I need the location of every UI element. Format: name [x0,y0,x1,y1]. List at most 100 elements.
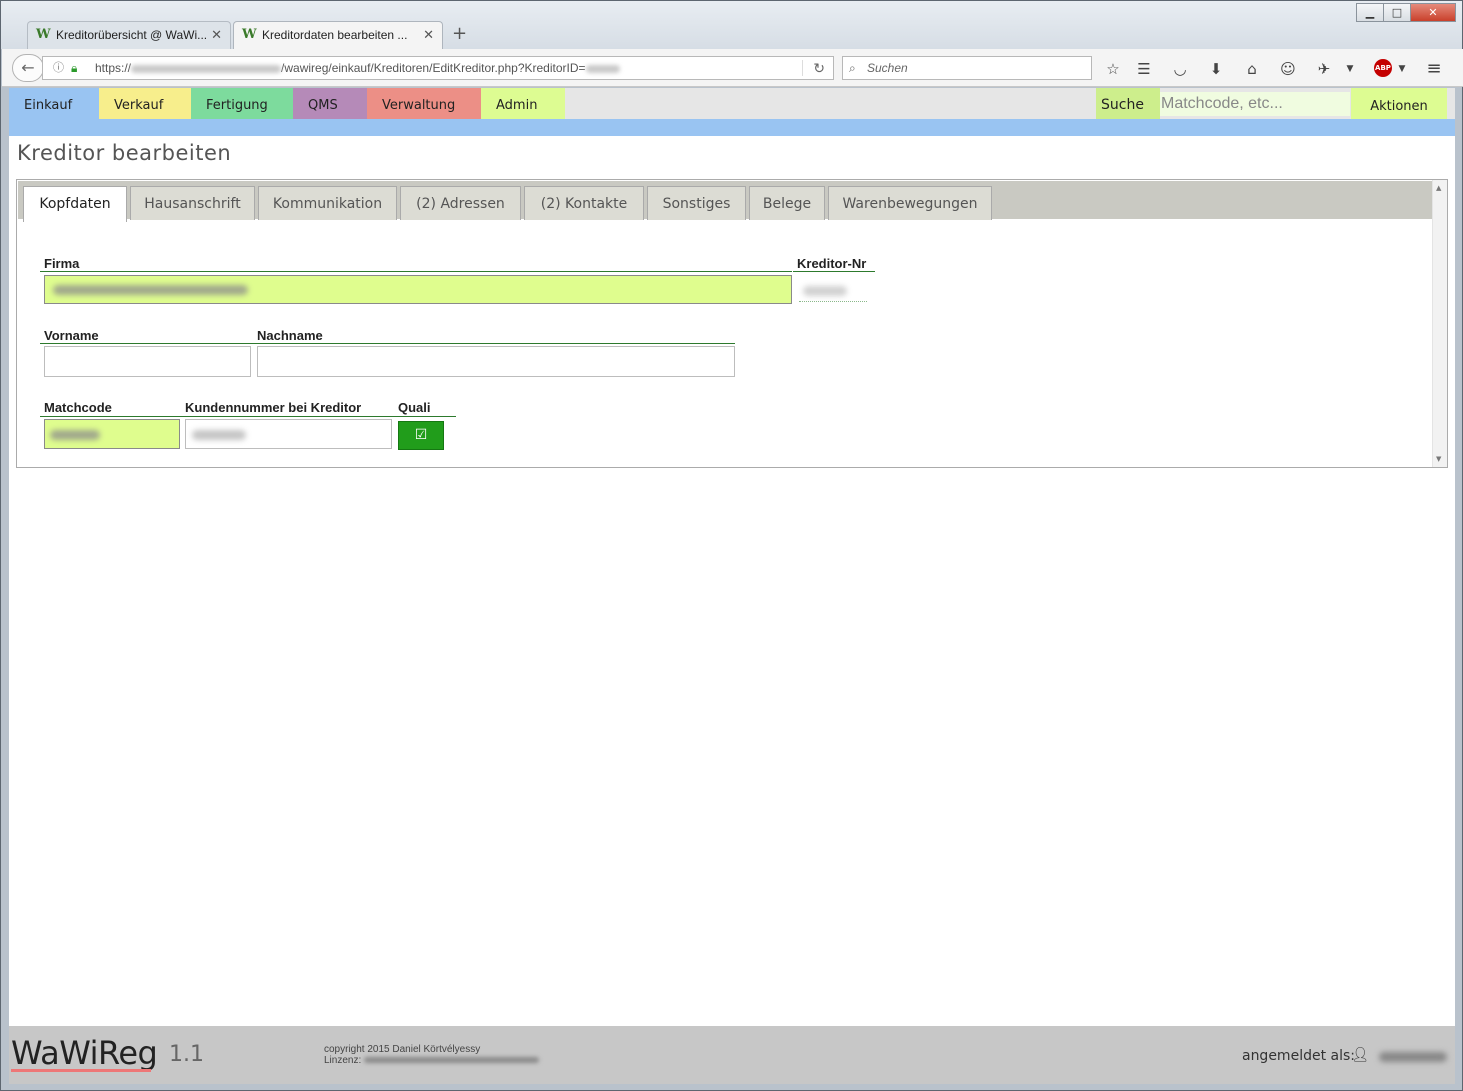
minimize-button[interactable]: ▁ [1356,3,1384,22]
matchcode-underline [40,416,456,417]
kreditor-nr-underline [793,271,875,272]
menu-admin[interactable]: Admin [481,88,565,119]
quali-label: Quali [398,400,431,415]
close-window-button[interactable]: ✕ [1410,3,1456,22]
license-line: Linzenz: [324,1055,540,1066]
tab-kommunikation[interactable]: Kommunikation [258,186,397,220]
menu-verkauf[interactable]: Verkauf [99,88,191,119]
vorname-input[interactable] [44,346,251,377]
logged-in-label: angemeldet als: [1241,1048,1355,1064]
reload-icon[interactable]: ↻ [813,57,825,79]
aktionen-button[interactable]: Aktionen [1351,88,1447,119]
tab-title: Kreditorübersicht @ WaWi... [56,28,208,42]
redacted-host [131,64,282,73]
wawireg-favicon-icon: W [36,27,51,42]
copyright-text: copyright 2015 Daniel Körtvélyessy Linze… [324,1044,540,1066]
chevron-down-icon[interactable]: ▼ [1392,59,1412,79]
hamburger-menu-icon[interactable]: ≡ [1424,59,1444,79]
name-underline [40,343,735,344]
vertical-scrollbar[interactable]: ▲ ▼ [1432,180,1447,467]
reading-list-icon[interactable]: ☰ [1134,59,1154,79]
redacted-username [1379,1052,1447,1062]
license-label: Linzenz: [324,1055,362,1066]
tab-hausanschrift[interactable]: Hausanschrift [130,186,255,220]
tab-close-icon[interactable]: ✕ [423,22,434,48]
page-viewport: Einkauf Verkauf Fertigung QMS Verwaltung… [9,88,1455,1026]
tab-warenbewegungen[interactable]: Warenbewegungen [828,186,992,220]
firma-label: Firma [44,256,80,271]
tab-close-icon[interactable]: ✕ [211,22,222,48]
window-controls: ▁ □ ✕ [1356,3,1456,22]
redacted-kreditor-nr [803,286,847,296]
menu-qms[interactable]: QMS [293,88,367,119]
tab-kopfdaten[interactable]: Kopfdaten [23,186,127,222]
tab-strip: Kopfdaten Hausanschrift Kommunikation (2… [18,181,1432,222]
logo-underline [11,1069,151,1072]
check-square-icon: ☑ [414,427,428,443]
browser-search-input[interactable]: ⌕ Suchen [842,56,1092,80]
version-label: 1.1 [169,1042,204,1067]
info-icon[interactable]: ⓘ [53,57,64,79]
extension-icon[interactable]: ✈ [1314,59,1334,79]
chat-icon[interactable]: ☺ [1278,59,1298,79]
tab-kontakte[interactable]: (2) Kontakte [524,186,644,220]
tab-belege[interactable]: Belege [749,186,825,220]
pocket-icon[interactable]: ◡ [1170,59,1190,79]
search-icon: ⌕ [849,61,856,75]
bookmark-star-icon[interactable]: ☆ [1103,59,1123,79]
url-bar[interactable]: ⓘ 🔒︎ https:// /wawireg/einkauf/Kreditoren… [42,56,834,80]
firma-input[interactable] [44,275,792,304]
lock-icon: 🔒︎ [71,61,78,75]
tab-panel: Kopfdaten Hausanschrift Kommunikation (2… [16,179,1448,468]
menu-row: Einkauf Verkauf Fertigung QMS Verwaltung… [9,88,1455,119]
scroll-down-icon[interactable]: ▼ [1436,455,1441,463]
redacted-license [364,1057,540,1064]
matchcode-input[interactable] [44,419,180,449]
download-icon[interactable]: ⬇ [1206,59,1226,79]
back-arrow-icon[interactable]: ← [12,54,44,82]
browser-tab-kreditordaten[interactable]: W Kreditordaten bearbeiten ... ✕ [233,21,443,49]
url-path: /wawireg/einkauf/Kreditoren/EditKreditor… [281,61,586,75]
kundennummer-input[interactable] [185,419,392,449]
user-icon: 👤︎ [1351,1047,1369,1063]
wawireg-logo: WaWiReg [11,1034,158,1072]
navigation-toolbar: ← ⓘ 🔒︎ https:// /wawireg/einkauf/Kreditor… [2,49,1463,87]
scroll-up-icon[interactable]: ▲ [1436,184,1441,192]
nachname-input[interactable] [257,346,735,377]
maximize-button[interactable]: □ [1383,3,1411,22]
home-icon[interactable]: ⌂ [1242,59,1262,79]
tab-sonstiges[interactable]: Sonstiges [647,186,746,220]
nachname-label: Nachname [257,328,323,343]
page-title: Kreditor bearbeiten [17,141,232,165]
quali-checkbox-button[interactable]: ☑ [398,421,444,450]
redacted-id [585,64,620,73]
menu-einkauf[interactable]: Einkauf [9,88,99,119]
app-menubar: Einkauf Verkauf Fertigung QMS Verwaltung… [9,88,1455,136]
redacted-matchcode [50,430,100,440]
adblock-icon[interactable]: ABP [1374,59,1392,77]
kundennummer-label: Kundennummer bei Kreditor [185,400,362,415]
new-tab-button[interactable]: + [452,21,467,47]
menu-fertigung[interactable]: Fertigung [191,88,293,119]
title-bar: ▁ □ ✕ W Kreditorübersicht @ WaWi... ✕ W … [1,1,1462,49]
url-divider [802,60,803,76]
copyright-line: copyright 2015 Daniel Körtvélyessy [324,1044,481,1055]
kreditor-nr-label: Kreditor-Nr [797,256,867,271]
matchcode-search-input[interactable] [1160,92,1350,116]
browser-tab-kreditoruebersicht[interactable]: W Kreditorübersicht @ WaWi... ✕ [27,21,231,49]
search-label: Suche [1096,88,1160,119]
search-placeholder: Suchen [867,61,908,75]
browser-window: ▁ □ ✕ W Kreditorübersicht @ WaWi... ✕ W … [0,0,1463,1091]
menu-verwaltung[interactable]: Verwaltung [367,88,481,119]
chevron-down-icon[interactable]: ▼ [1340,59,1360,79]
matchcode-label: Matchcode [44,400,112,415]
redacted-kundennummer [192,430,246,440]
firma-underline [40,271,792,272]
page-footer: WaWiReg 1.1 copyright 2015 Daniel Körtvé… [9,1026,1455,1084]
vorname-label: Vorname [44,328,99,343]
url-prefix: https:// [95,61,132,75]
kreditor-nr-value [799,279,867,302]
wawireg-favicon-icon: W [242,27,257,42]
tab-adressen[interactable]: (2) Adressen [400,186,521,220]
redacted-firma-value [53,285,248,295]
